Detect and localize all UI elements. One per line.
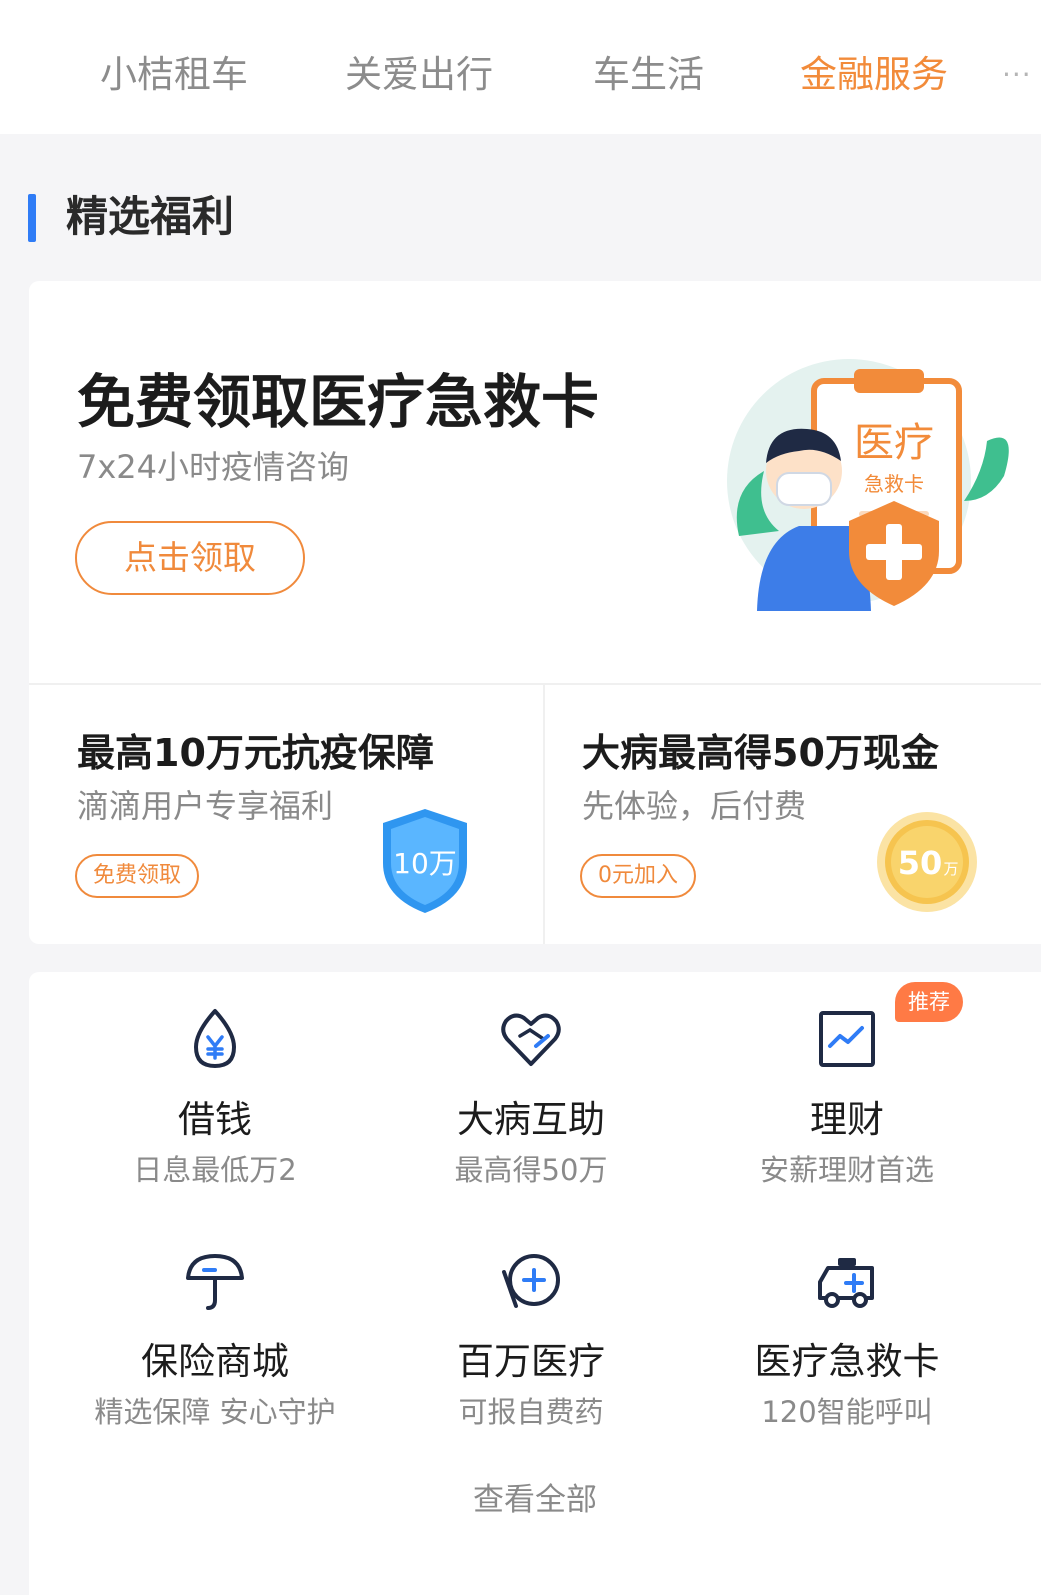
service-medical-emergency-card[interactable]: 医疗急救卡 120智能呼叫 [682,1214,1012,1434]
service-subtitle: 日息最低万2 [133,1153,297,1187]
service-subtitle: 安薪理财首选 [759,1153,934,1187]
tab-care-travel[interactable]: 关爱出行 [345,48,493,102]
chart-up-icon [819,1011,875,1067]
service-subtitle: 可报自费药 [458,1395,604,1429]
illustration-main-text: 医疗 [854,420,934,466]
heart-handshake-icon [501,1013,561,1066]
promo-critical-illness[interactable]: 大病最高得50万现金 先体验，后付费 0元加入 50 万 [545,685,1041,944]
umbrella-icon [186,1254,244,1310]
promo-subtitle: 先体验，后付费 [582,787,807,825]
page: 小桔租车 关爱出行 车生活 金融服务 ··· 精选福利 免费领取医疗急救卡 7x… [0,0,1041,1595]
section-title: 精选福利 [66,192,235,241]
welfare-card: 免费领取医疗急救卡 7x24小时疫情咨询 点击领取 医疗 急救卡 最高10万元抗… [29,281,1041,944]
promo-title: 大病最高得50万现金 [582,731,939,775]
services-grid: 借钱 日息最低万2 大病互助 最高得50万 理财 安薪理财首选 推荐 保险商城 … [29,972,1041,1595]
tab-xiaoju-rental[interactable]: 小桔租车 [100,48,248,102]
service-title: 百万医疗 [457,1340,605,1383]
service-title: 大病互助 [457,1098,605,1141]
service-million-medical[interactable]: 百万医疗 可报自费药 [366,1214,696,1434]
service-subtitle: 120智能呼叫 [761,1395,933,1429]
view-all-link[interactable]: 查看全部 [29,1477,1041,1523]
tab-car-life[interactable]: 车生活 [593,48,704,102]
coin-badge-number: 50 [898,844,943,882]
coin-badge-icon: 50 万 [877,812,977,912]
service-insurance-mall[interactable]: 保险商城 精选保障 安心守护 [50,1214,380,1434]
section-accent-bar [28,194,36,242]
coin-badge-unit: 万 [943,860,958,878]
medical-shield-icon [502,1254,560,1308]
promo-title: 最高10万元抗疫保障 [77,731,434,775]
service-critical-illness-aid[interactable]: 大病互助 最高得50万 [366,972,696,1192]
claim-button[interactable]: 点击领取 [75,521,305,595]
shield-badge-icon: 10万 [383,809,467,913]
tab-financial-services[interactable]: 金融服务 [800,48,948,102]
hero-title: 免费领取医疗急救卡 [77,368,600,436]
service-subtitle: 精选保障 安心守护 [94,1395,336,1429]
medical-card-illustration: 医疗 急救卡 [727,359,1009,611]
service-title: 医疗急救卡 [754,1340,940,1383]
more-tabs-icon[interactable]: ··· [1002,60,1038,90]
join-free-button[interactable]: 0元加入 [580,854,696,898]
top-tab-bar: 小桔租车 关爱出行 车生活 金融服务 ··· [0,0,1041,134]
ambulance-icon [818,1258,874,1308]
service-borrow[interactable]: 借钱 日息最低万2 [50,972,380,1192]
illustration-sub-text: 急救卡 [864,472,924,496]
recommend-badge: 推荐 [895,982,963,1022]
service-title: 保险商城 [141,1340,289,1383]
service-title: 借钱 [178,1098,252,1141]
yuan-drop-icon [194,1009,236,1068]
shield-badge-text: 10万 [393,847,457,880]
promo-covid-protection[interactable]: 最高10万元抗疫保障 滴滴用户专享福利 免费领取 10万 [29,685,543,944]
service-title: 理财 [810,1098,884,1141]
promo-subtitle: 滴滴用户专享福利 [77,787,334,825]
free-claim-button[interactable]: 免费领取 [75,854,200,898]
service-subtitle: 最高得50万 [454,1153,608,1187]
hero-subtitle: 7x24小时疫情咨询 [77,448,350,486]
